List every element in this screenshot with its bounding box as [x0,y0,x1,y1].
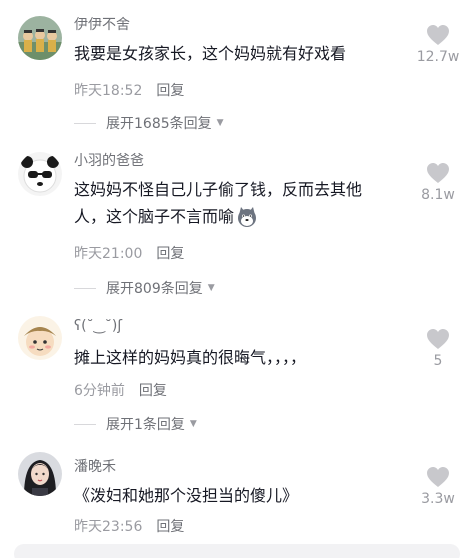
comment-username[interactable]: 小羽的爸爸 [74,150,144,170]
avatar[interactable] [18,16,62,60]
caret-down-icon: ▼ [216,118,224,128]
comment-text: 《泼妇和她那个没担当的傻儿》 [74,486,299,505]
expand-replies-label: 展开1条回复 [106,417,185,433]
girl-portrait-avatar-icon [18,452,62,496]
comment-text: 摊上这样的妈妈真的很晦气，，，， [74,348,307,367]
comment-input-bar[interactable] [14,544,460,558]
reply-button[interactable]: 回复 [156,246,184,262]
expand-replies-label: 展开809条回复 [106,281,203,297]
panda-sunglasses-avatar-icon [18,152,62,196]
reply-button[interactable]: 回复 [156,519,184,535]
expand-replies-button[interactable]: 展开1685条回复 ▼ [74,113,224,133]
reply-button[interactable]: 回复 [139,383,167,399]
comment-time: 昨天21:00 [74,246,143,262]
avatar[interactable] [18,152,62,196]
like-count: 12.7w [416,49,460,65]
comment-username[interactable]: 伊伊不舍 [74,14,130,34]
comment-text-line: 人，这个脑子不言而喻 [74,203,392,236]
comment-text-fragment: 人，这个脑子不言而喻 [74,207,235,226]
expand-replies-button[interactable]: 展开809条回复 ▼ [74,278,215,298]
like-button[interactable]: 5 [412,328,464,369]
expand-replies-label: 展开1685条回复 [106,116,212,132]
comment-username[interactable]: ʕ(˘‿˘)ʃ [74,318,122,334]
cartoon-boy-avatar-icon [18,316,62,360]
comment-meta: 6分钟前 回复 [74,380,167,400]
like-count: 8.1w [421,187,455,203]
avatar[interactable] [18,316,62,360]
comment-meta: 昨天21:00 回复 [74,243,184,263]
divider-line [74,122,96,124]
like-button[interactable]: 8.1w [412,162,464,203]
divider-line [74,423,96,425]
husky-emoji-icon [236,206,258,236]
heart-icon [427,25,449,45]
comment-text: 我要是女孩家长，这个妈妈就有好戏看 [74,44,347,63]
comment-text: 这妈妈不怪自己儿子偷了钱，反而去其他 人，这个脑子不言而喻 [74,176,392,236]
divider-line [74,287,96,289]
heart-icon [427,467,449,487]
reply-button[interactable]: 回复 [156,83,184,99]
comment-meta: 昨天23:56 回复 [74,516,184,536]
expand-replies-button[interactable]: 展开1条回复 ▼ [74,414,197,434]
avatar[interactable] [18,452,62,496]
comment-time: 昨天23:56 [74,519,143,535]
like-button[interactable]: 12.7w [412,24,464,65]
comment-username[interactable]: 潘晚禾 [74,456,116,476]
caret-down-icon: ▼ [207,283,215,293]
caret-down-icon: ▼ [189,419,197,429]
comment-text-line: 这妈妈不怪自己儿子偷了钱，反而去其他 [74,180,363,199]
like-button[interactable]: 3.3w [412,466,464,507]
like-count: 3.3w [421,491,455,507]
group-photo-avatar-icon [18,16,62,60]
comment-time: 昨天18:52 [74,83,143,99]
like-count: 5 [433,353,443,369]
heart-icon [427,163,449,183]
heart-icon [427,329,449,349]
comment-time: 6分钟前 [74,383,125,399]
comment-meta: 昨天18:52 回复 [74,80,184,100]
